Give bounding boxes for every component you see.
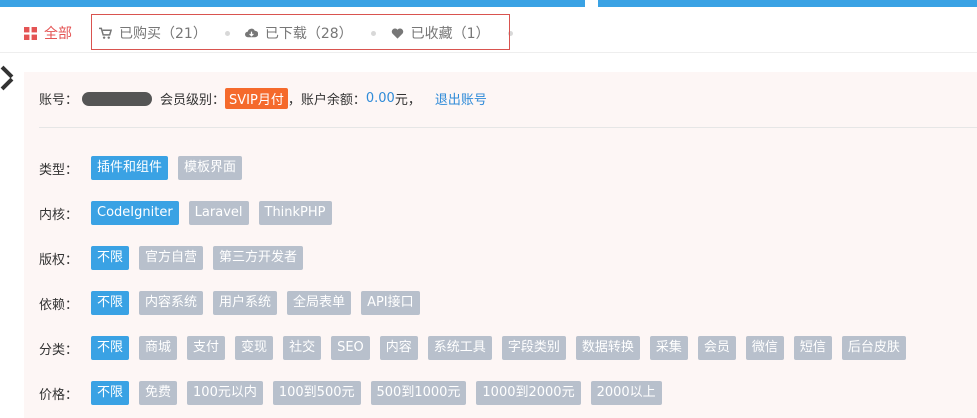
filter-row: 版权： 不限 官方自营 第三方开发者 (39, 246, 313, 270)
logout-link[interactable]: 退出账号 (435, 89, 487, 108)
tab-all[interactable]: 全部 (24, 23, 72, 43)
selection-highlight-box (91, 14, 510, 50)
filter-row: 类型： 插件和组件 模板界面 (39, 156, 252, 180)
top-accent-bar-right (598, 0, 977, 7)
balance-unit: 元， (394, 93, 421, 108)
filter-option[interactable]: 系统工具 (427, 336, 492, 360)
filter-label: 价格： (39, 387, 79, 403)
masked-account-id (82, 91, 153, 106)
filter-label: 依赖： (39, 297, 79, 313)
grid-icon (24, 26, 37, 40)
tab-all-label: 全部 (44, 26, 72, 42)
top-accent-bar (0, 0, 585, 7)
filter-option[interactable]: 社交 (283, 336, 322, 360)
filter-option[interactable]: 官方自营 (139, 246, 204, 270)
filter-option[interactable]: 100到500元 (272, 381, 361, 405)
account-id-label: 账号： (39, 93, 79, 108)
content-panel: 账号： 会员级别： SVIP月付 ，账户余额： 0.00 元， 退出账号 类型：… (24, 72, 977, 418)
filter-row: 价格： 不限 免费 100元以内 100到500元 500到1000元 1000到2000元… (39, 381, 672, 405)
filter-option[interactable]: 500到1000元 (370, 381, 467, 405)
filter-option[interactable]: 1000到2000元 (476, 381, 581, 405)
filter-option[interactable]: Laravel (188, 201, 249, 225)
divider (0, 52, 977, 53)
filter-option[interactable]: 微信 (745, 336, 784, 360)
filter-option[interactable]: 支付 (187, 336, 226, 360)
filter-option[interactable]: 数据转换 (575, 336, 640, 360)
filter-option[interactable]: 用户系统 (213, 291, 278, 315)
collapse-arrow-icon[interactable] (0, 64, 14, 94)
filter-option[interactable]: 不限 (91, 291, 130, 315)
filter-option[interactable]: 内容系统 (139, 291, 204, 315)
filter-option[interactable]: 第三方开发者 (213, 246, 304, 270)
filter-option[interactable]: 字段类别 (501, 336, 566, 360)
filter-row: 内核： CodeIgniter Laravel ThinkPHP (39, 201, 342, 225)
filter-option[interactable]: 100元以内 (187, 381, 263, 405)
divider (39, 127, 977, 128)
filter-option[interactable]: SEO (331, 336, 370, 360)
filter-label: 类型： (39, 162, 79, 178)
balance-value: 0.00 (365, 91, 395, 106)
filter-option[interactable]: 不限 (91, 246, 130, 270)
filter-label: 内核： (39, 207, 79, 223)
filter-label: 分类： (39, 342, 79, 358)
filter-option[interactable]: 商城 (139, 336, 178, 360)
filter-option[interactable]: 模板界面 (178, 156, 243, 180)
filter-option[interactable]: 后台皮肤 (841, 336, 906, 360)
filter-option[interactable]: 内容 (379, 336, 418, 360)
filter-option[interactable]: 不限 (91, 336, 130, 360)
svip-badge: SVIP月付 (225, 88, 288, 109)
filter-row: 分类： 不限 商城 支付 变现 社交 SEO 内容 系统工具 字段类别 数据转换 采集 会员 微信 短信 后台… (39, 336, 916, 360)
filter-option[interactable]: ThinkPHP (258, 201, 332, 225)
filter-option[interactable]: 2000以上 (590, 381, 662, 405)
filter-option[interactable]: 插件和组件 (91, 156, 169, 180)
filter-option[interactable]: 变现 (235, 336, 274, 360)
filter-label: 版权： (39, 252, 79, 268)
filter-option[interactable]: 全局表单 (287, 291, 352, 315)
account-info: 账号： 会员级别： SVIP月付 ，账户余额： 0.00 元， 退出账号 (39, 88, 487, 109)
filter-row: 依赖： 不限 内容系统 用户系统 全局表单 API接口 (39, 291, 430, 315)
filter-option[interactable]: 会员 (697, 336, 736, 360)
member-level-label: 会员级别： (160, 93, 226, 108)
filter-option[interactable]: CodeIgniter (91, 201, 179, 225)
balance-label: ，账户余额： (287, 93, 366, 108)
filter-option[interactable]: 短信 (793, 336, 832, 360)
filter-option[interactable]: 免费 (139, 381, 178, 405)
filter-option[interactable]: 不限 (91, 381, 130, 405)
filter-option[interactable]: API接口 (361, 291, 420, 315)
filter-option[interactable]: 采集 (649, 336, 688, 360)
